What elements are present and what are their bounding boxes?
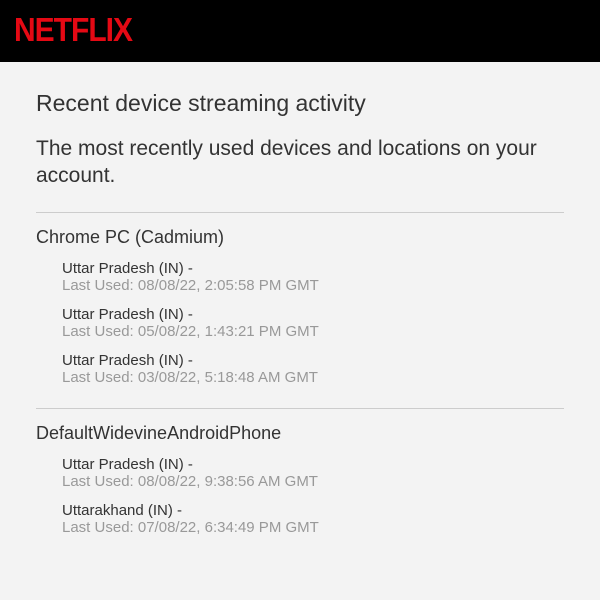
page-subtitle: The most recently used devices and locat… [36, 135, 564, 190]
session-location: Uttar Pradesh (IN) - [62, 260, 564, 277]
device-name: Chrome PC (Cadmium) [36, 227, 564, 248]
session-entry: Uttar Pradesh (IN) - Last Used: 03/08/22… [36, 352, 564, 386]
session-lastused: Last Used: 08/08/22, 9:38:56 AM GMT [62, 473, 564, 490]
session-location: Uttar Pradesh (IN) - [62, 456, 564, 473]
header-bar: NETFLIX [0, 0, 600, 62]
session-entry: Uttar Pradesh (IN) - Last Used: 08/08/22… [36, 260, 564, 294]
device-name: DefaultWidevineAndroidPhone [36, 423, 564, 444]
netflix-logo[interactable]: NETFLIX [14, 12, 132, 49]
content-area: Recent device streaming activity The mos… [0, 62, 600, 558]
session-lastused: Last Used: 03/08/22, 5:18:48 AM GMT [62, 369, 564, 386]
page-title: Recent device streaming activity [36, 90, 564, 117]
device-block: Chrome PC (Cadmium) Uttar Pradesh (IN) -… [36, 213, 564, 408]
session-lastused: Last Used: 05/08/22, 1:43:21 PM GMT [62, 323, 564, 340]
session-location: Uttarakhand (IN) - [62, 502, 564, 519]
session-location: Uttar Pradesh (IN) - [62, 352, 564, 369]
session-location: Uttar Pradesh (IN) - [62, 306, 564, 323]
session-entry: Uttar Pradesh (IN) - Last Used: 05/08/22… [36, 306, 564, 340]
session-lastused: Last Used: 08/08/22, 2:05:58 PM GMT [62, 277, 564, 294]
session-entry: Uttar Pradesh (IN) - Last Used: 08/08/22… [36, 456, 564, 490]
device-block: DefaultWidevineAndroidPhone Uttar Prades… [36, 409, 564, 558]
session-lastused: Last Used: 07/08/22, 6:34:49 PM GMT [62, 519, 564, 536]
session-entry: Uttarakhand (IN) - Last Used: 07/08/22, … [36, 502, 564, 536]
